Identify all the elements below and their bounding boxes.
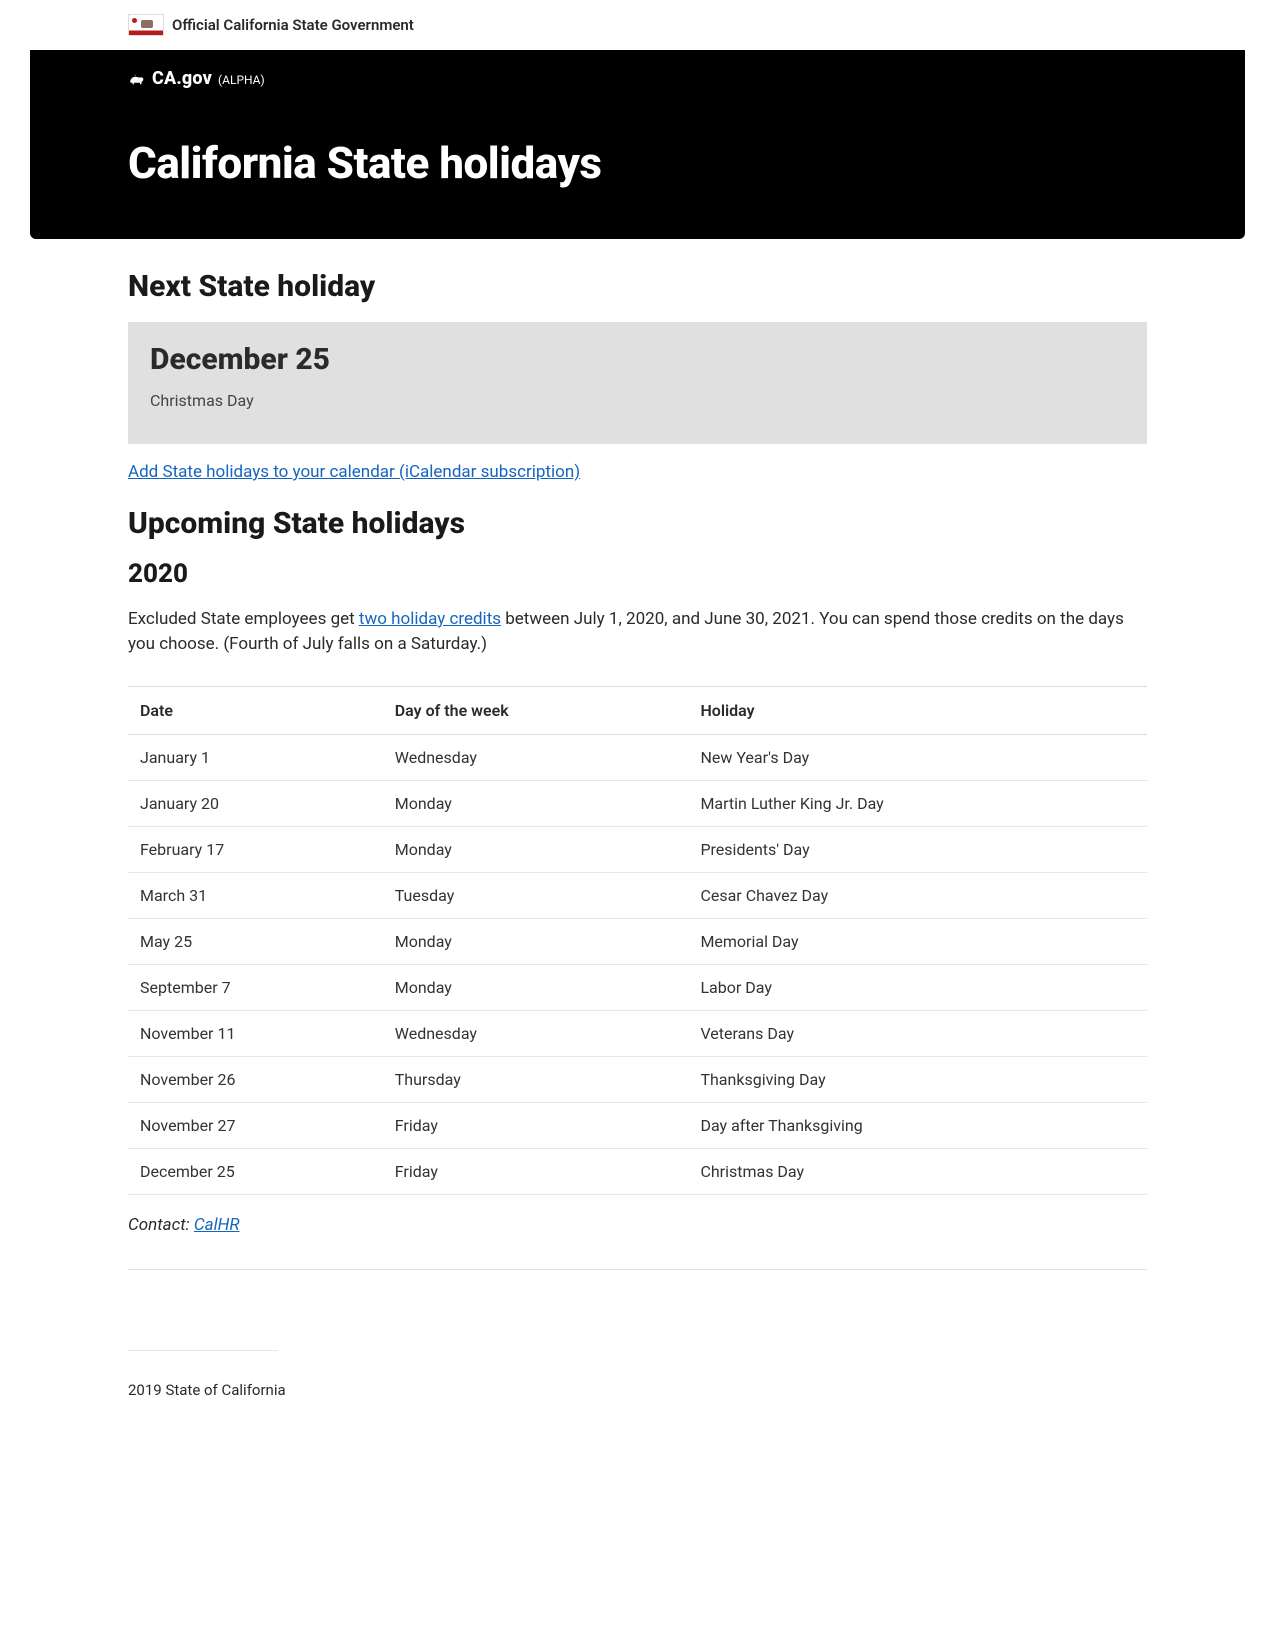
site-header: CA.gov (ALPHA) California State holidays bbox=[30, 50, 1245, 239]
cell-date: February 17 bbox=[128, 827, 383, 873]
table-row: March 31TuesdayCesar Chavez Day bbox=[128, 873, 1147, 919]
next-holiday-name: Christmas Day bbox=[150, 391, 1125, 410]
table-row: January 1WednesdayNew Year's Day bbox=[128, 735, 1147, 781]
col-holiday: Holiday bbox=[688, 687, 1147, 735]
next-holiday-heading: Next State holiday bbox=[128, 269, 1147, 304]
main-content: Next State holiday December 25 Christmas… bbox=[0, 239, 1275, 1310]
cell-dow: Tuesday bbox=[383, 873, 689, 919]
cell-date: May 25 bbox=[128, 919, 383, 965]
table-row: September 7MondayLabor Day bbox=[128, 965, 1147, 1011]
table-row: January 20MondayMartin Luther King Jr. D… bbox=[128, 781, 1147, 827]
cell-holiday: Veterans Day bbox=[688, 1011, 1147, 1057]
table-header-row: Date Day of the week Holiday bbox=[128, 687, 1147, 735]
cell-date: March 31 bbox=[128, 873, 383, 919]
cell-holiday: Cesar Chavez Day bbox=[688, 873, 1147, 919]
cell-holiday: Thanksgiving Day bbox=[688, 1057, 1147, 1103]
holiday-credits-link[interactable]: two holiday credits bbox=[359, 609, 501, 629]
cell-date: November 27 bbox=[128, 1103, 383, 1149]
holidays-table: Date Day of the week Holiday January 1We… bbox=[128, 686, 1147, 1195]
cell-dow: Thursday bbox=[383, 1057, 689, 1103]
year-heading: 2020 bbox=[128, 559, 1147, 589]
alpha-tag: (ALPHA) bbox=[218, 73, 265, 87]
site-logo-row[interactable]: CA.gov (ALPHA) bbox=[128, 68, 1147, 89]
footer: 2019 State of California bbox=[0, 1381, 1275, 1439]
site-name: CA.gov bbox=[152, 68, 212, 89]
col-date: Date bbox=[128, 687, 383, 735]
cell-holiday: Labor Day bbox=[688, 965, 1147, 1011]
cell-holiday: Day after Thanksgiving bbox=[688, 1103, 1147, 1149]
cell-dow: Monday bbox=[383, 919, 689, 965]
desc-text-before: Excluded State employees get bbox=[128, 609, 359, 629]
upcoming-description: Excluded State employees get two holiday… bbox=[128, 607, 1147, 656]
cell-dow: Friday bbox=[383, 1149, 689, 1195]
table-row: November 27FridayDay after Thanksgiving bbox=[128, 1103, 1147, 1149]
cell-dow: Friday bbox=[383, 1103, 689, 1149]
upcoming-heading: Upcoming State holidays bbox=[128, 506, 1147, 541]
cell-dow: Monday bbox=[383, 781, 689, 827]
table-row: November 11WednesdayVeterans Day bbox=[128, 1011, 1147, 1057]
next-holiday-card: December 25 Christmas Day bbox=[128, 322, 1147, 444]
cell-dow: Monday bbox=[383, 827, 689, 873]
contact-label: Contact: bbox=[128, 1215, 194, 1235]
bear-icon bbox=[128, 72, 146, 86]
contact-row: Contact: CalHR bbox=[128, 1215, 1147, 1270]
cell-holiday: Christmas Day bbox=[688, 1149, 1147, 1195]
cell-dow: Monday bbox=[383, 965, 689, 1011]
cell-holiday: Memorial Day bbox=[688, 919, 1147, 965]
contact-link[interactable]: CalHR bbox=[194, 1215, 240, 1235]
california-flag-icon bbox=[128, 14, 164, 36]
cell-date: September 7 bbox=[128, 965, 383, 1011]
official-text: Official California State Government bbox=[172, 16, 414, 34]
cell-dow: Wednesday bbox=[383, 735, 689, 781]
calendar-link-row: Add State holidays to your calendar (iCa… bbox=[128, 462, 1147, 482]
cell-holiday: Martin Luther King Jr. Day bbox=[688, 781, 1147, 827]
add-calendar-link[interactable]: Add State holidays to your calendar (iCa… bbox=[128, 462, 580, 482]
table-row: February 17MondayPresidents' Day bbox=[128, 827, 1147, 873]
page-title: California State holidays bbox=[128, 137, 1147, 189]
cell-date: December 25 bbox=[128, 1149, 383, 1195]
col-dow: Day of the week bbox=[383, 687, 689, 735]
cell-date: November 26 bbox=[128, 1057, 383, 1103]
cell-date: January 1 bbox=[128, 735, 383, 781]
table-row: December 25FridayChristmas Day bbox=[128, 1149, 1147, 1195]
next-holiday-date: December 25 bbox=[150, 342, 1125, 377]
footer-copyright: 2019 State of California bbox=[128, 1381, 286, 1399]
footer-divider bbox=[128, 1350, 278, 1351]
table-row: May 25MondayMemorial Day bbox=[128, 919, 1147, 965]
official-bar: Official California State Government bbox=[0, 0, 1275, 50]
cell-holiday: Presidents' Day bbox=[688, 827, 1147, 873]
cell-dow: Wednesday bbox=[383, 1011, 689, 1057]
cell-date: January 20 bbox=[128, 781, 383, 827]
cell-date: November 11 bbox=[128, 1011, 383, 1057]
cell-holiday: New Year's Day bbox=[688, 735, 1147, 781]
table-row: November 26ThursdayThanksgiving Day bbox=[128, 1057, 1147, 1103]
